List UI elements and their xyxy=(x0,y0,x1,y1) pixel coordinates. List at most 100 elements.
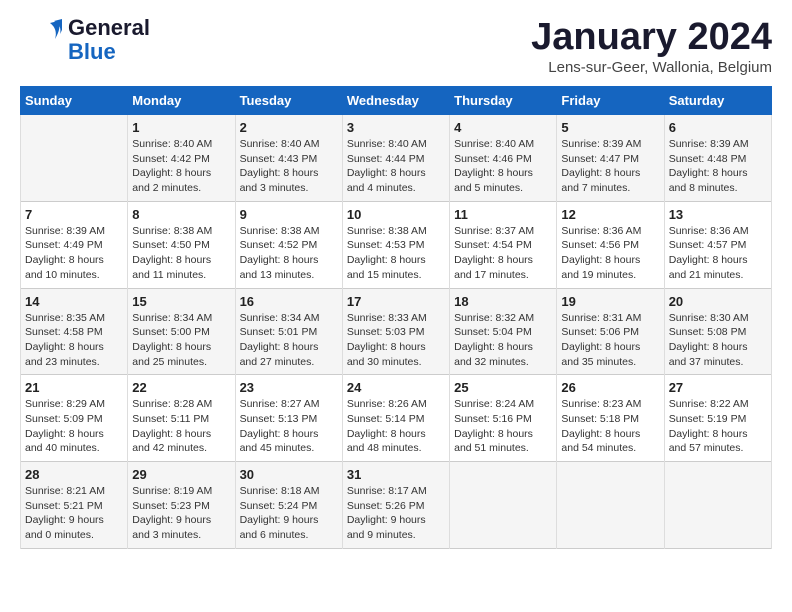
calendar-header-row: Sunday Monday Tuesday Wednesday Thursday… xyxy=(21,87,772,115)
day-number: 19 xyxy=(561,294,659,309)
calendar-cell: 8 Sunrise: 8:38 AMSunset: 4:50 PMDayligh… xyxy=(128,201,235,288)
day-number: 23 xyxy=(240,380,338,395)
day-info: Sunrise: 8:39 AMSunset: 4:47 PMDaylight:… xyxy=(561,138,641,194)
day-info: Sunrise: 8:26 AMSunset: 5:14 PMDaylight:… xyxy=(347,398,427,454)
day-number: 14 xyxy=(25,294,123,309)
calendar-cell: 25 Sunrise: 8:24 AMSunset: 5:16 PMDaylig… xyxy=(450,375,557,462)
day-info: Sunrise: 8:40 AMSunset: 4:43 PMDaylight:… xyxy=(240,138,320,194)
header-saturday: Saturday xyxy=(664,87,771,115)
calendar-location: Lens-sur-Geer, Wallonia, Belgium xyxy=(531,59,772,76)
logo-container: General Blue xyxy=(20,16,150,64)
day-info: Sunrise: 8:30 AMSunset: 5:08 PMDaylight:… xyxy=(669,312,749,368)
day-number: 10 xyxy=(347,207,445,222)
day-number: 3 xyxy=(347,120,445,135)
day-number: 27 xyxy=(669,380,767,395)
calendar-week-row: 14 Sunrise: 8:35 AMSunset: 4:58 PMDaylig… xyxy=(21,288,772,375)
day-info: Sunrise: 8:24 AMSunset: 5:16 PMDaylight:… xyxy=(454,398,534,454)
day-info: Sunrise: 8:36 AMSunset: 4:56 PMDaylight:… xyxy=(561,225,641,281)
day-number: 22 xyxy=(132,380,230,395)
day-info: Sunrise: 8:17 AMSunset: 5:26 PMDaylight:… xyxy=(347,485,427,541)
calendar-cell: 6 Sunrise: 8:39 AMSunset: 4:48 PMDayligh… xyxy=(664,115,771,202)
calendar-week-row: 21 Sunrise: 8:29 AMSunset: 5:09 PMDaylig… xyxy=(21,375,772,462)
day-info: Sunrise: 8:33 AMSunset: 5:03 PMDaylight:… xyxy=(347,312,427,368)
day-info: Sunrise: 8:35 AMSunset: 4:58 PMDaylight:… xyxy=(25,312,105,368)
header-sunday: Sunday xyxy=(21,87,128,115)
calendar-week-row: 7 Sunrise: 8:39 AMSunset: 4:49 PMDayligh… xyxy=(21,201,772,288)
day-info: Sunrise: 8:36 AMSunset: 4:57 PMDaylight:… xyxy=(669,225,749,281)
calendar-cell: 9 Sunrise: 8:38 AMSunset: 4:52 PMDayligh… xyxy=(235,201,342,288)
day-info: Sunrise: 8:40 AMSunset: 4:44 PMDaylight:… xyxy=(347,138,427,194)
calendar-cell: 17 Sunrise: 8:33 AMSunset: 5:03 PMDaylig… xyxy=(342,288,449,375)
calendar-cell: 5 Sunrise: 8:39 AMSunset: 4:47 PMDayligh… xyxy=(557,115,664,202)
calendar-cell: 13 Sunrise: 8:36 AMSunset: 4:57 PMDaylig… xyxy=(664,201,771,288)
calendar-cell: 14 Sunrise: 8:35 AMSunset: 4:58 PMDaylig… xyxy=(21,288,128,375)
calendar-cell xyxy=(21,115,128,202)
day-number: 8 xyxy=(132,207,230,222)
day-number: 7 xyxy=(25,207,123,222)
calendar-cell: 29 Sunrise: 8:19 AMSunset: 5:23 PMDaylig… xyxy=(128,462,235,549)
calendar-cell: 22 Sunrise: 8:28 AMSunset: 5:11 PMDaylig… xyxy=(128,375,235,462)
day-number: 24 xyxy=(347,380,445,395)
day-number: 29 xyxy=(132,467,230,482)
day-info: Sunrise: 8:38 AMSunset: 4:52 PMDaylight:… xyxy=(240,225,320,281)
day-number: 26 xyxy=(561,380,659,395)
calendar-cell: 24 Sunrise: 8:26 AMSunset: 5:14 PMDaylig… xyxy=(342,375,449,462)
day-number: 25 xyxy=(454,380,552,395)
day-info: Sunrise: 8:39 AMSunset: 4:49 PMDaylight:… xyxy=(25,225,105,281)
calendar-cell: 20 Sunrise: 8:30 AMSunset: 5:08 PMDaylig… xyxy=(664,288,771,375)
day-info: Sunrise: 8:21 AMSunset: 5:21 PMDaylight:… xyxy=(25,485,105,541)
calendar-cell: 26 Sunrise: 8:23 AMSunset: 5:18 PMDaylig… xyxy=(557,375,664,462)
calendar-cell: 30 Sunrise: 8:18 AMSunset: 5:24 PMDaylig… xyxy=(235,462,342,549)
calendar-cell: 21 Sunrise: 8:29 AMSunset: 5:09 PMDaylig… xyxy=(21,375,128,462)
logo-wordmark: General Blue xyxy=(68,16,150,64)
calendar-title-block: January 2024 Lens-sur-Geer, Wallonia, Be… xyxy=(531,16,772,76)
calendar-cell: 10 Sunrise: 8:38 AMSunset: 4:53 PMDaylig… xyxy=(342,201,449,288)
day-info: Sunrise: 8:38 AMSunset: 4:53 PMDaylight:… xyxy=(347,225,427,281)
calendar-cell: 16 Sunrise: 8:34 AMSunset: 5:01 PMDaylig… xyxy=(235,288,342,375)
day-number: 15 xyxy=(132,294,230,309)
calendar-week-row: 28 Sunrise: 8:21 AMSunset: 5:21 PMDaylig… xyxy=(21,462,772,549)
header-monday: Monday xyxy=(128,87,235,115)
day-info: Sunrise: 8:31 AMSunset: 5:06 PMDaylight:… xyxy=(561,312,641,368)
day-info: Sunrise: 8:40 AMSunset: 4:42 PMDaylight:… xyxy=(132,138,212,194)
day-number: 20 xyxy=(669,294,767,309)
calendar-table: Sunday Monday Tuesday Wednesday Thursday… xyxy=(20,86,772,549)
day-info: Sunrise: 8:19 AMSunset: 5:23 PMDaylight:… xyxy=(132,485,212,541)
logo-blue-text: Blue xyxy=(68,40,150,64)
day-number: 2 xyxy=(240,120,338,135)
day-info: Sunrise: 8:38 AMSunset: 4:50 PMDaylight:… xyxy=(132,225,212,281)
header-friday: Friday xyxy=(557,87,664,115)
day-info: Sunrise: 8:37 AMSunset: 4:54 PMDaylight:… xyxy=(454,225,534,281)
day-number: 5 xyxy=(561,120,659,135)
calendar-cell: 15 Sunrise: 8:34 AMSunset: 5:00 PMDaylig… xyxy=(128,288,235,375)
calendar-cell: 4 Sunrise: 8:40 AMSunset: 4:46 PMDayligh… xyxy=(450,115,557,202)
day-number: 18 xyxy=(454,294,552,309)
calendar-cell: 11 Sunrise: 8:37 AMSunset: 4:54 PMDaylig… xyxy=(450,201,557,288)
day-number: 4 xyxy=(454,120,552,135)
header-wednesday: Wednesday xyxy=(342,87,449,115)
calendar-month-year: January 2024 xyxy=(531,16,772,59)
day-number: 12 xyxy=(561,207,659,222)
bird-logo-icon xyxy=(20,19,62,61)
day-info: Sunrise: 8:40 AMSunset: 4:46 PMDaylight:… xyxy=(454,138,534,194)
day-number: 31 xyxy=(347,467,445,482)
calendar-cell: 31 Sunrise: 8:17 AMSunset: 5:26 PMDaylig… xyxy=(342,462,449,549)
day-number: 21 xyxy=(25,380,123,395)
calendar-cell: 7 Sunrise: 8:39 AMSunset: 4:49 PMDayligh… xyxy=(21,201,128,288)
calendar-cell: 12 Sunrise: 8:36 AMSunset: 4:56 PMDaylig… xyxy=(557,201,664,288)
calendar-cell: 19 Sunrise: 8:31 AMSunset: 5:06 PMDaylig… xyxy=(557,288,664,375)
calendar-cell xyxy=(664,462,771,549)
day-number: 28 xyxy=(25,467,123,482)
day-info: Sunrise: 8:28 AMSunset: 5:11 PMDaylight:… xyxy=(132,398,212,454)
top-header: General Blue January 2024 Lens-sur-Geer,… xyxy=(20,16,772,76)
header-thursday: Thursday xyxy=(450,87,557,115)
day-number: 6 xyxy=(669,120,767,135)
day-info: Sunrise: 8:34 AMSunset: 5:00 PMDaylight:… xyxy=(132,312,212,368)
day-info: Sunrise: 8:29 AMSunset: 5:09 PMDaylight:… xyxy=(25,398,105,454)
calendar-cell xyxy=(557,462,664,549)
calendar-cell: 27 Sunrise: 8:22 AMSunset: 5:19 PMDaylig… xyxy=(664,375,771,462)
day-info: Sunrise: 8:23 AMSunset: 5:18 PMDaylight:… xyxy=(561,398,641,454)
logo-general-text: General xyxy=(68,16,150,40)
day-number: 17 xyxy=(347,294,445,309)
day-number: 30 xyxy=(240,467,338,482)
